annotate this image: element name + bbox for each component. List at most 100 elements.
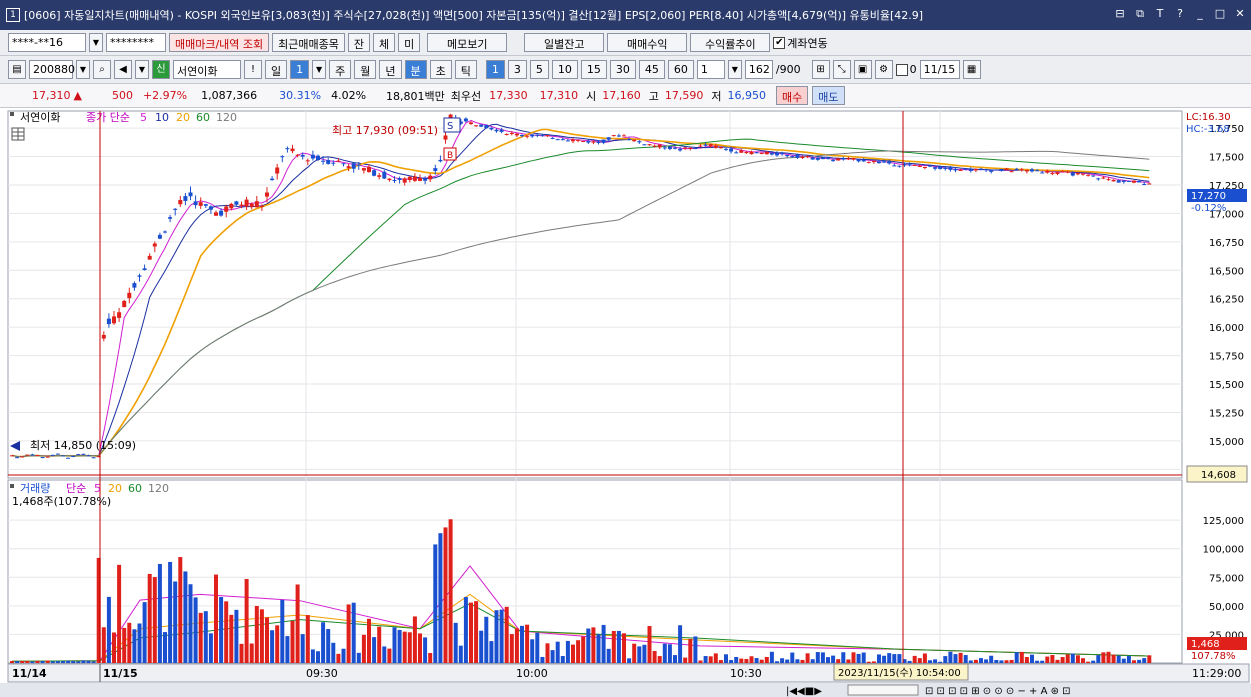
volume-bar	[173, 581, 178, 663]
date-field[interactable]: 11/15	[919, 60, 960, 79]
candle-body	[917, 165, 922, 167]
candle-body	[372, 170, 377, 176]
help-icon[interactable]: ?	[1173, 7, 1187, 21]
minute-3-tab[interactable]: 3	[507, 60, 527, 79]
account-link-checkbox[interactable]: ✔ 계좌연동	[773, 35, 828, 51]
buy-button[interactable]: 매수	[776, 86, 809, 105]
chevron-down-icon[interactable]: ▼	[135, 60, 149, 79]
volume-bar	[1030, 654, 1034, 663]
restore-icon[interactable]: ⧉	[1133, 7, 1147, 21]
minute-1-tab[interactable]: 1	[485, 60, 505, 79]
scroll-first-icon[interactable]: |◀◀■▶	[786, 686, 822, 697]
period-unit-tab[interactable]: 1	[290, 60, 310, 79]
volume-bar	[616, 630, 621, 663]
minute-60-tab[interactable]: 60	[667, 60, 694, 79]
unit-field[interactable]: 1	[696, 60, 725, 79]
recent-trades-button[interactable]: 최근매매종목	[272, 33, 345, 52]
price-tick-label: 16,250	[1209, 295, 1244, 306]
memo-button[interactable]: 메모보기	[427, 33, 508, 52]
font-icon[interactable]: T	[1153, 7, 1167, 21]
chevron-down-icon[interactable]: ▼	[89, 33, 103, 52]
chevron-down-icon[interactable]: ▼	[312, 60, 327, 79]
maximize-icon[interactable]: □	[1213, 7, 1227, 21]
scroll-slider[interactable]	[847, 684, 919, 696]
code-field[interactable]: 200880	[29, 60, 75, 79]
chevron-down-icon[interactable]: ▼	[727, 60, 742, 79]
period-month-tab[interactable]: 월	[354, 60, 377, 79]
period-day-tab[interactable]: 일	[265, 60, 288, 79]
stock-name-field[interactable]: 서연이화	[173, 60, 241, 79]
profit-rate-button[interactable]: 수익률추이	[690, 33, 771, 52]
open-price: 17,160	[602, 89, 641, 102]
close-icon[interactable]: ✕	[1233, 7, 1247, 21]
candle-body	[259, 205, 264, 207]
volume-bar	[820, 652, 825, 663]
minute-30-tab[interactable]: 30	[609, 60, 636, 79]
volume-bar	[1111, 654, 1116, 663]
chart-tools-icon[interactable]: ⊡ ⊡ ⊡ ⊡ ⊞ ⊙ ⊙ ⊙ − + A ⊛ ⊡	[925, 686, 1071, 697]
count-field[interactable]: 162	[744, 60, 773, 79]
period-minute-tab[interactable]: 분	[404, 60, 427, 79]
minimize-icon[interactable]: _	[1193, 7, 1207, 21]
candle-icon[interactable]: ⊞	[811, 60, 830, 79]
draw-icon[interactable]: ⤡	[832, 60, 851, 79]
candle-body	[820, 157, 825, 160]
volume-bar	[999, 660, 1004, 663]
password-field[interactable]: ********	[106, 33, 166, 52]
daily-balance-button[interactable]: 일별잔고	[524, 33, 605, 52]
chevron-down-icon[interactable]: ▼	[76, 60, 90, 79]
trade-profit-button[interactable]: 매매수익	[607, 33, 688, 52]
period-second-tab[interactable]: 초	[429, 60, 452, 79]
checkmark-icon[interactable]: ✔	[773, 36, 786, 49]
volume-bar	[958, 652, 963, 663]
minute-45-tab[interactable]: 45	[638, 60, 665, 79]
tab-che[interactable]: 체	[373, 33, 396, 52]
candle-body	[764, 151, 769, 155]
tab-jan[interactable]: 잔	[347, 33, 371, 52]
volume-tick-label: 50,000	[1209, 602, 1244, 613]
volume-bar	[336, 653, 341, 663]
d-checkbox[interactable]: 0	[895, 63, 917, 76]
candle-body	[775, 152, 779, 156]
minute-15-tab[interactable]: 15	[580, 60, 607, 79]
volume-bar	[402, 631, 407, 663]
candle-body	[846, 158, 851, 160]
volume-bar	[331, 642, 336, 663]
speaker-icon[interactable]: ◀	[114, 60, 132, 79]
period-tick-tab[interactable]: 틱	[454, 60, 477, 79]
candle-body	[744, 151, 749, 154]
candle-body	[769, 152, 774, 155]
sell-button[interactable]: 매도	[812, 86, 845, 105]
minute-10-tab[interactable]: 10	[551, 60, 578, 79]
settings-icon[interactable]: ⚙	[874, 60, 893, 79]
candle-body	[1147, 183, 1152, 185]
search-icon[interactable]: ⌕	[93, 60, 111, 79]
candle-body	[147, 255, 152, 260]
window-list-icon[interactable]: ▤	[8, 60, 26, 79]
minute-5-tab[interactable]: 5	[529, 60, 549, 79]
period-year-tab[interactable]: 년	[379, 60, 402, 79]
ma20-legend: 20	[176, 111, 190, 124]
volume-bar	[810, 659, 815, 663]
candle-body	[489, 127, 494, 130]
volume-bar	[984, 659, 989, 663]
tab-mi[interactable]: 미	[398, 33, 421, 52]
candle-body	[50, 454, 55, 456]
volume-bar	[346, 604, 351, 663]
account-field[interactable]: ****-**16	[8, 33, 86, 52]
alert-icon[interactable]: !	[244, 60, 262, 79]
low-annotation: 최저 14,850 (15:09)	[30, 439, 136, 452]
candle-body	[596, 141, 601, 144]
ma60-legend: 60	[196, 111, 210, 124]
candle-body	[1086, 174, 1091, 176]
candle-body	[25, 454, 30, 456]
price-volume-chart[interactable]: 17,75017,50017,25017,00016,75016,50016,2…	[0, 108, 1251, 697]
volume-bar	[428, 652, 433, 663]
period-week-tab[interactable]: 주	[329, 60, 352, 79]
save-icon[interactable]: ▣	[853, 60, 872, 79]
volume-bar	[795, 659, 800, 663]
link-icon[interactable]: ⊟	[1113, 7, 1127, 21]
trade-mark-button[interactable]: 매매마크/내역 조회	[169, 33, 270, 52]
calendar-icon[interactable]: ▦	[962, 60, 981, 79]
chart-area[interactable]: 17,750 17,500 17,250 17,000 16,750 16,500 16,2…	[0, 108, 1251, 697]
